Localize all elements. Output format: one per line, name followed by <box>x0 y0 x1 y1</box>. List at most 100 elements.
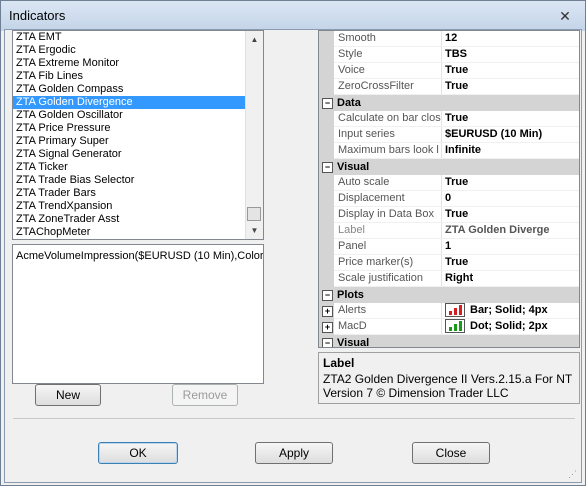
category-plots[interactable]: − Plots <box>319 287 579 303</box>
collapse-icon[interactable]: − <box>322 290 333 301</box>
list-item[interactable]: ZTA Signal Generator <box>13 148 263 161</box>
category-label: Visual <box>337 337 370 348</box>
row-gutter <box>319 31 334 47</box>
row-gutter <box>319 143 334 159</box>
property-value[interactable]: True <box>441 63 579 78</box>
list-item[interactable]: ZTA Extreme Monitor <box>13 57 263 70</box>
list-item[interactable]: ZTA Fib Lines <box>13 70 263 83</box>
list-item[interactable]: ZTA TrendXpansion <box>13 200 263 213</box>
collapse-icon[interactable]: − <box>322 338 333 347</box>
row-gutter <box>319 239 334 255</box>
property-value[interactable]: True <box>441 175 579 190</box>
property-row[interactable]: Auto scale True <box>319 175 579 191</box>
collapse-icon[interactable]: − <box>322 98 333 109</box>
property-row[interactable]: Calculate on bar clos True <box>319 111 579 127</box>
property-row[interactable]: Maximum bars look l Infinite <box>319 143 579 159</box>
close-icon[interactable]: ✕ <box>555 7 575 25</box>
property-row[interactable]: Displacement 0 <box>319 191 579 207</box>
row-gutter <box>319 223 334 239</box>
apply-button[interactable]: Apply <box>255 442 333 464</box>
property-value[interactable]: 1 <box>441 239 579 254</box>
property-value[interactable]: 12 <box>441 31 579 46</box>
property-row[interactable]: Style TBS <box>319 47 579 63</box>
property-row[interactable]: + MacD Dot; Solid; 2px <box>319 319 579 335</box>
indicator-list-scrollbar[interactable]: ▲ ▼ <box>245 31 263 239</box>
list-item[interactable]: ZTA Trade Bias Selector <box>13 174 263 187</box>
indicator-list[interactable]: ZTA EMT ZTA Ergodic ZTA Extreme Monitor ZTA… <box>12 30 264 240</box>
dialog-body: ZTA EMT ZTA Ergodic ZTA Extreme Monitor ZTA… <box>4 29 582 483</box>
row-gutter <box>319 175 334 191</box>
collapse-icon[interactable]: − <box>322 162 333 173</box>
row-gutter <box>319 127 334 143</box>
property-grid[interactable]: Smooth 12 Style TBS Voice True ZeroCrossFilter… <box>318 30 580 348</box>
swatch-bar <box>459 321 462 332</box>
category-visual-2[interactable]: − Visual <box>319 335 579 348</box>
remove-button[interactable]: Remove <box>172 384 238 406</box>
list-item[interactable]: ZTAChopMeter <box>13 226 263 239</box>
category-label: Data <box>337 97 361 109</box>
expand-icon[interactable]: + <box>322 306 333 317</box>
list-item[interactable]: ZTA Price Pressure <box>13 122 263 135</box>
swatch-bar <box>454 324 457 332</box>
property-value[interactable]: $EURUSD (10 Min) <box>441 127 579 142</box>
property-row[interactable]: Scale justification Right <box>319 271 579 287</box>
property-name: MacD <box>338 320 367 332</box>
property-value[interactable]: True <box>441 255 579 270</box>
property-value[interactable]: True <box>441 111 579 126</box>
property-value[interactable]: TBS <box>441 47 579 62</box>
property-value[interactable]: True <box>441 79 579 94</box>
property-value[interactable]: Dot; Solid; 2px <box>441 319 579 334</box>
list-item[interactable]: ZTA Ergodic <box>13 44 263 57</box>
property-value[interactable]: ZTA Golden Diverge <box>441 223 579 238</box>
row-gutter <box>319 207 334 223</box>
applied-indicator-item[interactable]: AcmeVolumeImpression($EURUSD (10 Min),Co… <box>13 245 263 267</box>
property-value[interactable]: Infinite <box>441 143 579 158</box>
scroll-thumb[interactable] <box>247 207 261 221</box>
property-value[interactable]: True <box>441 207 579 222</box>
property-row[interactable]: Display in Data Box True <box>319 207 579 223</box>
property-row[interactable]: Label ZTA Golden Diverge <box>319 223 579 239</box>
list-item[interactable]: ZTA Golden Divergence <box>13 96 263 109</box>
list-item[interactable]: ZTA ZoneTrader Asst <box>13 213 263 226</box>
plot-color-swatch-icon[interactable] <box>445 319 465 334</box>
property-name: Calculate on bar clos <box>338 112 441 124</box>
new-button[interactable]: New <box>35 384 101 406</box>
property-row[interactable]: Input series $EURUSD (10 Min) <box>319 127 579 143</box>
swatch-bar <box>454 308 457 316</box>
list-item[interactable]: ZTA Primary Super <box>13 135 263 148</box>
property-name: Alerts <box>338 304 367 316</box>
applied-indicators-list[interactable]: AcmeVolumeImpression($EURUSD (10 Min),Co… <box>12 244 264 384</box>
property-row[interactable]: Voice True <box>319 63 579 79</box>
list-item[interactable]: ZTA Golden Oscillator <box>13 109 263 122</box>
close-button[interactable]: Close <box>412 442 490 464</box>
plot-color-swatch-icon[interactable] <box>445 303 465 318</box>
row-gutter <box>319 47 334 63</box>
property-row[interactable]: + Alerts Bar; Solid; 4px <box>319 303 579 319</box>
row-gutter <box>319 191 334 207</box>
row-gutter <box>319 111 334 127</box>
scroll-down-icon[interactable]: ▼ <box>246 222 263 239</box>
resize-grip-icon[interactable]: ⋰ <box>568 469 578 479</box>
property-name: Scale justification <box>338 272 423 284</box>
property-row[interactable]: Panel 1 <box>319 239 579 255</box>
property-name: Auto scale <box>338 176 390 188</box>
list-item[interactable]: ZTA Trader Bars <box>13 187 263 200</box>
property-value[interactable]: 0 <box>441 191 579 206</box>
scroll-up-icon[interactable]: ▲ <box>246 31 263 48</box>
property-value[interactable]: Bar; Solid; 4px <box>441 303 579 318</box>
row-gutter <box>319 79 334 95</box>
property-row[interactable]: Price marker(s) True <box>319 255 579 271</box>
property-row[interactable]: Smooth 12 <box>319 31 579 47</box>
list-item[interactable]: ZTA EMT <box>13 31 263 44</box>
expand-icon[interactable]: + <box>322 322 333 333</box>
category-label: Plots <box>337 289 364 301</box>
property-value[interactable]: Right <box>441 271 579 286</box>
list-item[interactable]: ZTA Golden Compass <box>13 83 263 96</box>
category-data[interactable]: − Data <box>319 95 579 111</box>
property-value-text: Dot; Solid; 2px <box>470 320 548 332</box>
row-gutter <box>319 63 334 79</box>
ok-button[interactable]: OK <box>98 442 178 464</box>
category-visual[interactable]: − Visual <box>319 159 579 175</box>
property-row[interactable]: ZeroCrossFilter True <box>319 79 579 95</box>
list-item[interactable]: ZTA Ticker <box>13 161 263 174</box>
